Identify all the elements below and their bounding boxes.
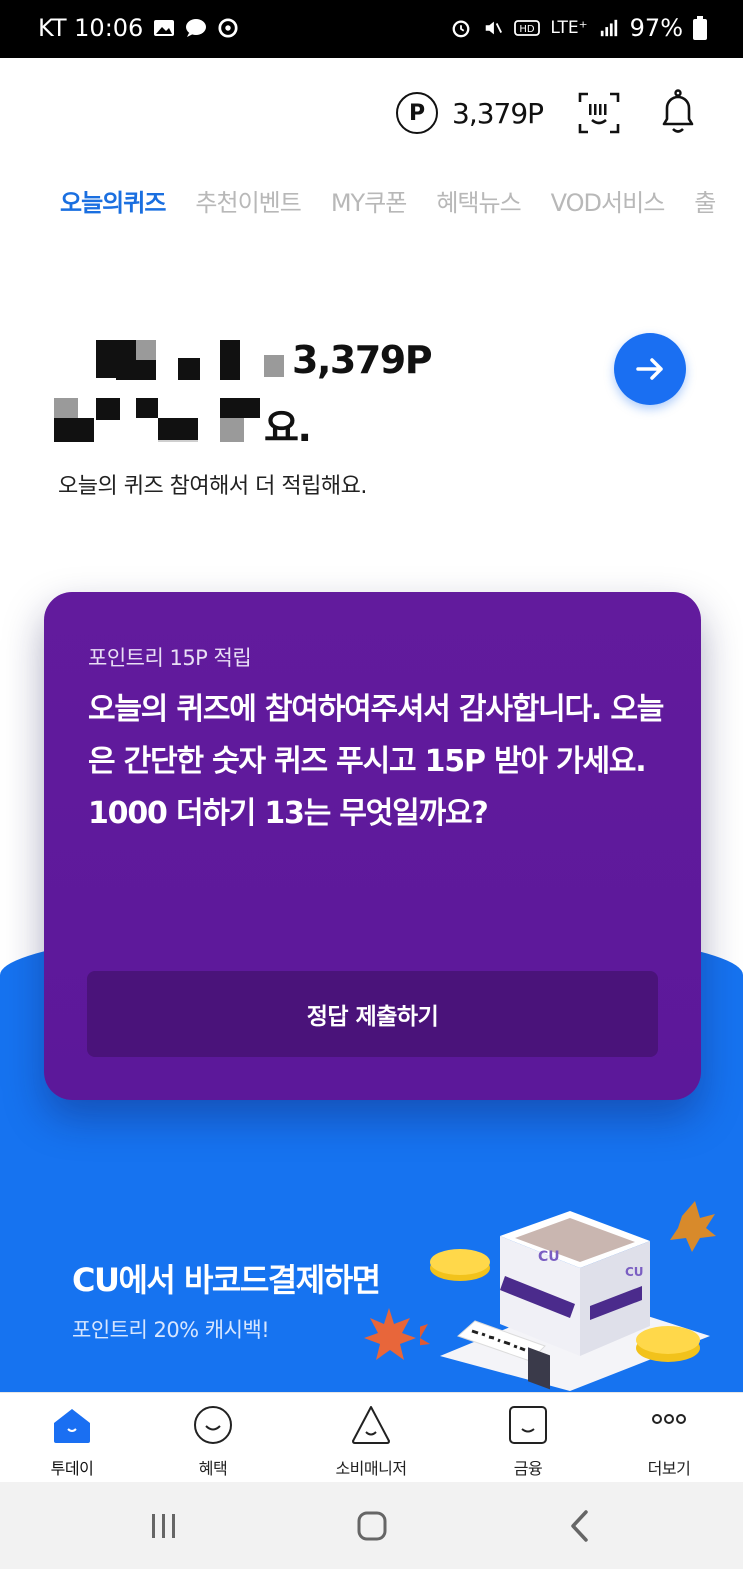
nav-today[interactable]: 투데이 xyxy=(22,1401,122,1479)
bottom-navigation: 투데이 혜택 소비매니저 금융 더보기 xyxy=(0,1392,743,1482)
nav-label: 소비매니저 xyxy=(335,1459,407,1478)
category-tabs: 오늘의퀴즈 추천이벤트 MY쿠폰 혜택뉴스 VOD서비스 출 xyxy=(60,183,716,218)
hd-icon: HD xyxy=(514,20,541,36)
redaction-block xyxy=(136,398,158,418)
triangle-face-icon xyxy=(352,1406,390,1444)
notification-bell-icon[interactable] xyxy=(658,88,698,136)
quiz-question: 오늘의 퀴즈에 참여하여주셔서 감사합니다. 오늘은 간단한 숫자 퀴즈 푸시고… xyxy=(88,692,664,831)
barcode-scan-icon[interactable] xyxy=(578,92,620,134)
go-arrow-button[interactable] xyxy=(614,333,686,405)
battery-icon xyxy=(693,16,707,40)
svg-text:HD: HD xyxy=(520,24,536,35)
sync-icon xyxy=(218,18,238,38)
maple-leaf-icon xyxy=(364,1308,416,1360)
cu-logo-text: CU xyxy=(538,1249,560,1265)
promo-subtitle: 포인트리 20% 캐시백! xyxy=(72,1318,270,1342)
redaction-block xyxy=(220,340,240,380)
signal-icon xyxy=(600,19,617,37)
nav-benefits[interactable]: 혜택 xyxy=(163,1401,263,1479)
nav-label: 투데이 xyxy=(50,1459,94,1478)
arrow-right-icon xyxy=(636,358,663,380)
hero-points: 3,379P xyxy=(292,338,433,382)
tab-benefit-news[interactable]: 혜택뉴스 xyxy=(436,183,521,218)
redaction-block xyxy=(96,398,120,420)
mute-vibrate-icon xyxy=(486,21,503,35)
tab-recommended-events[interactable]: 추천이벤트 xyxy=(195,183,301,218)
redaction-block xyxy=(158,418,198,440)
redaction-block xyxy=(264,355,284,377)
square-face-icon xyxy=(509,1406,547,1444)
network-type: LTE⁺ xyxy=(550,18,588,38)
tab-today-quiz[interactable]: 오늘의퀴즈 xyxy=(60,183,166,218)
hero-line2: 요. xyxy=(264,406,312,450)
alarm-icon xyxy=(453,20,470,38)
hero-subtitle: 오늘의 퀴즈 참여해서 더 적립해요. xyxy=(58,474,367,499)
system-navigation-bar xyxy=(0,1482,743,1569)
back-icon[interactable] xyxy=(560,1506,600,1546)
tab-vod-service[interactable]: VOD서비스 xyxy=(551,183,666,218)
tab-attendance[interactable]: 출 xyxy=(694,183,716,218)
points-display[interactable]: P 3,379P xyxy=(396,92,544,134)
nav-label: 금융 xyxy=(513,1459,543,1478)
redaction-block xyxy=(54,418,94,442)
cu-logo-text-side: CU xyxy=(625,1265,644,1279)
cu-store-illustration: CU CU xyxy=(420,1201,716,1391)
more-dots-icon xyxy=(652,1414,686,1424)
chat-bubble-icon xyxy=(186,19,207,37)
quiz-card: 포인트리 15P 적립 오늘의 퀴즈에 참여하여주셔서 감사합니다. 오늘은 간… xyxy=(44,592,701,1100)
status-right: HD LTE⁺ 97% xyxy=(450,14,707,42)
tab-my-coupon[interactable]: MY쿠폰 xyxy=(331,183,408,218)
nav-spending-manager[interactable]: 소비매니저 xyxy=(321,1401,421,1479)
redaction-block xyxy=(178,358,200,380)
nav-label: 혜택 xyxy=(198,1459,228,1478)
battery-percent: 97% xyxy=(629,14,683,42)
nav-label: 더보기 xyxy=(647,1459,691,1478)
promo-title: CU에서 바코드결제하면 xyxy=(72,1261,381,1299)
status-left: KT 10:06 xyxy=(38,14,239,42)
quiz-reward: 포인트리 15P 적립 xyxy=(88,646,252,670)
status-bar: KT 10:06 HD LTE⁺ 97% xyxy=(0,0,743,58)
smile-circle-icon xyxy=(194,1406,232,1444)
redaction-block xyxy=(54,398,78,420)
submit-answer-button[interactable]: 정답 제출하기 xyxy=(87,971,658,1057)
home-face-icon xyxy=(54,1409,90,1443)
point-icon: P xyxy=(396,92,438,134)
image-icon xyxy=(154,20,175,36)
nav-more[interactable]: 더보기 xyxy=(619,1401,719,1479)
redaction-block xyxy=(220,398,260,418)
carrier-time: KT 10:06 xyxy=(38,14,144,42)
redaction-block xyxy=(136,340,156,360)
redaction-block xyxy=(116,358,156,380)
points-value: 3,379P xyxy=(452,96,544,130)
recent-apps-icon[interactable] xyxy=(144,1506,184,1546)
nav-finance[interactable]: 금융 xyxy=(478,1401,578,1479)
redaction-block xyxy=(220,418,244,442)
home-button-icon[interactable] xyxy=(352,1506,392,1546)
